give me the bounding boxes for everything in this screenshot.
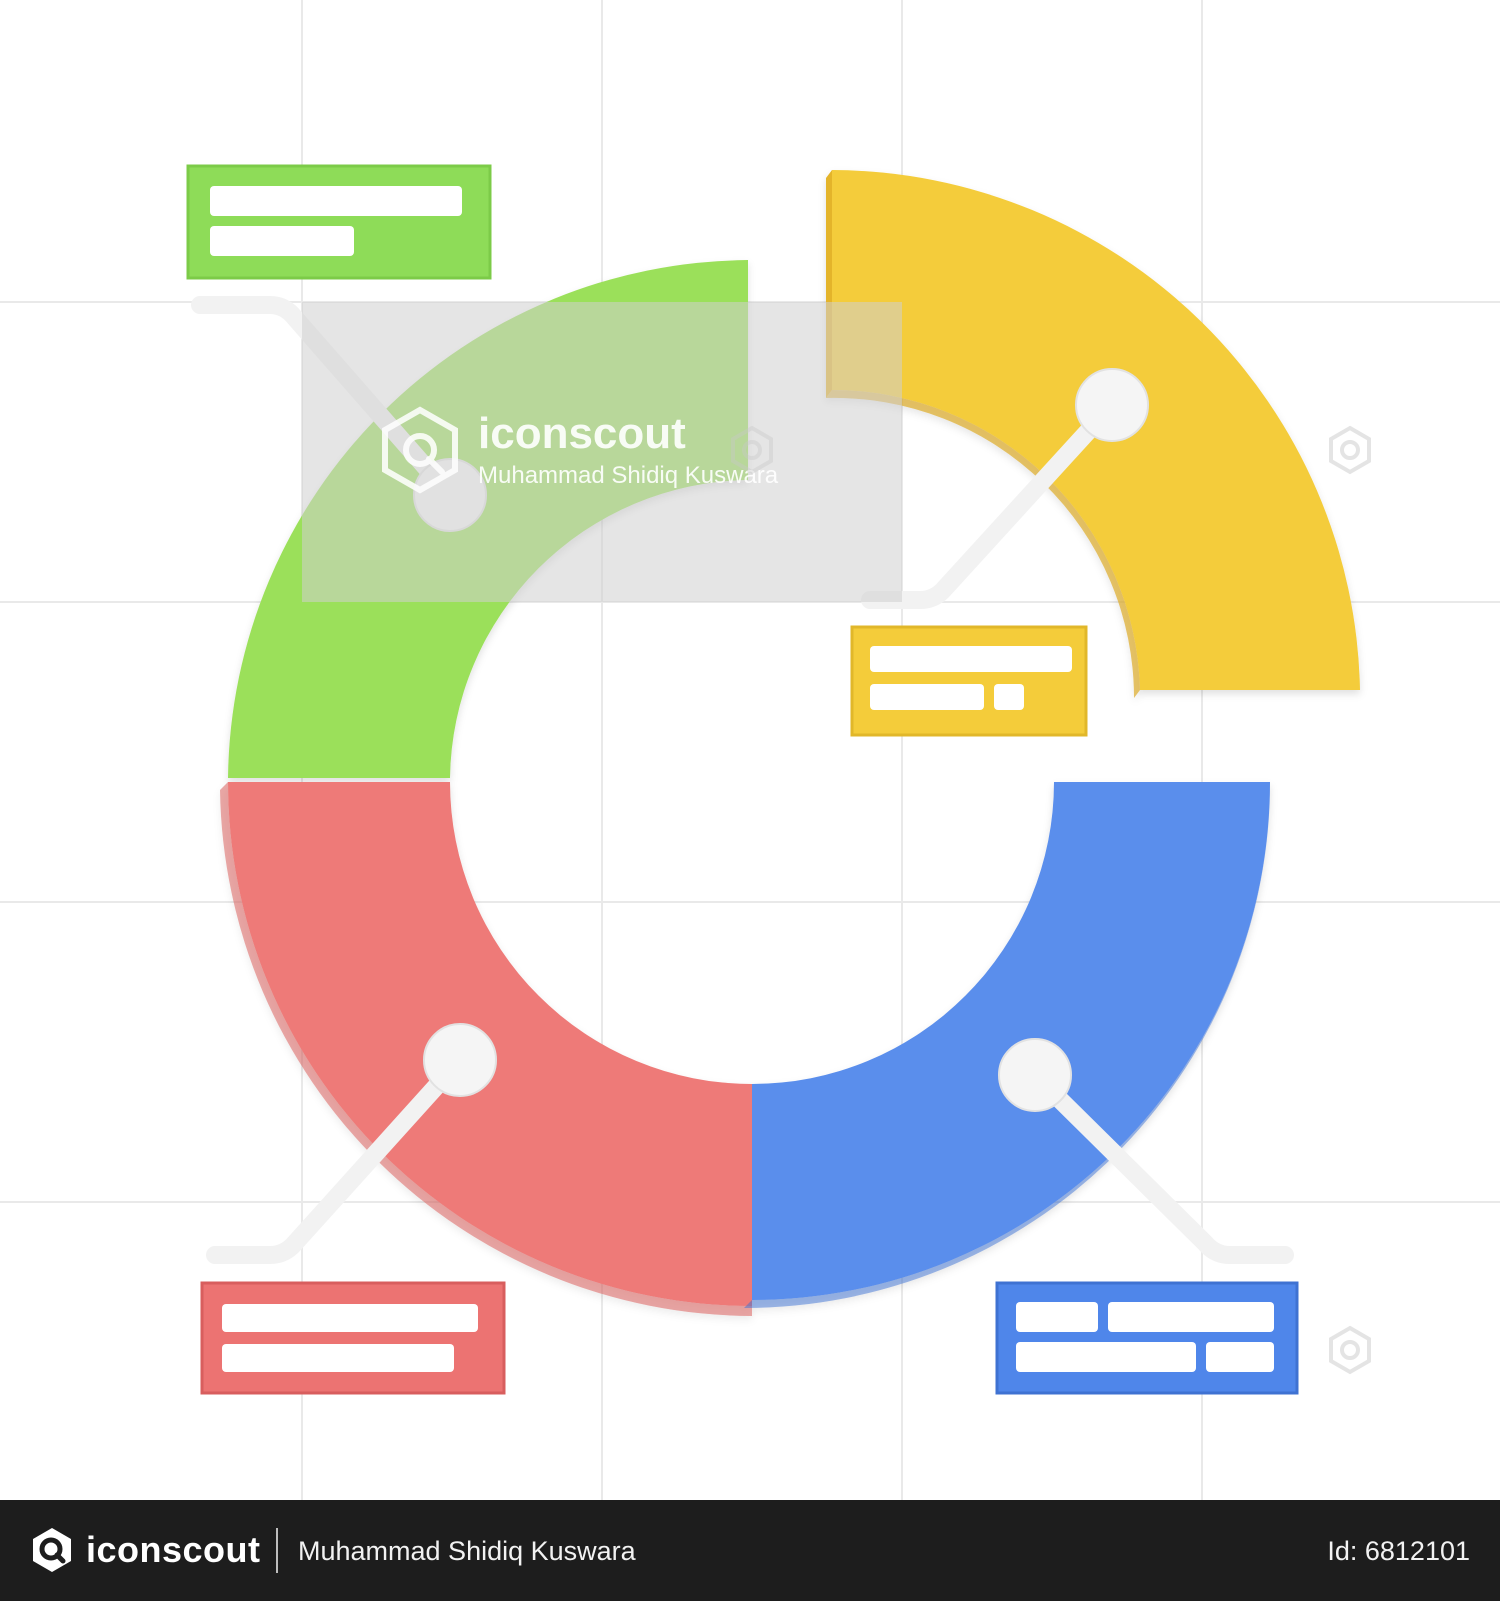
placeholder-line [210, 226, 354, 256]
footer-brand: iconscout [86, 1529, 261, 1570]
footer-author: Muhammad Shidiq Kuswara [298, 1536, 636, 1566]
green-callout-card [186, 164, 492, 280]
footer-asset-id: Id: 6812101 [1327, 1536, 1470, 1566]
placeholder-line [222, 1344, 454, 1372]
placeholder-line [1108, 1302, 1274, 1332]
yellow-callout-card [850, 625, 1088, 737]
iconscout-logo-icon [33, 1528, 71, 1572]
placeholder-line [870, 684, 984, 710]
watermark-brand: iconscout [478, 409, 686, 458]
watermark-small-icon [1329, 425, 1371, 475]
placeholder-line [210, 186, 462, 216]
blue-callout-card [995, 1281, 1299, 1395]
red-knob [423, 1023, 497, 1097]
watermark-author: Muhammad Shidiq Kuswara [478, 462, 779, 489]
placeholder-line [870, 646, 1072, 672]
blue-knob [998, 1038, 1072, 1112]
red-callout-card [200, 1281, 506, 1395]
placeholder-line [222, 1304, 478, 1332]
yellow-knob [1075, 368, 1149, 442]
placeholder-line [1206, 1342, 1274, 1372]
watermark-small-icon [1329, 1325, 1371, 1375]
placeholder-line [1016, 1302, 1098, 1332]
footer-bar: iconscout Muhammad Shidiq Kuswara Id: 68… [0, 1500, 1500, 1601]
placeholder-line [1016, 1342, 1196, 1372]
placeholder-line [994, 684, 1024, 710]
footer-divider [276, 1528, 278, 1573]
illustration-canvas: iconscout Muhammad Shidiq Kuswara [0, 0, 1500, 1500]
